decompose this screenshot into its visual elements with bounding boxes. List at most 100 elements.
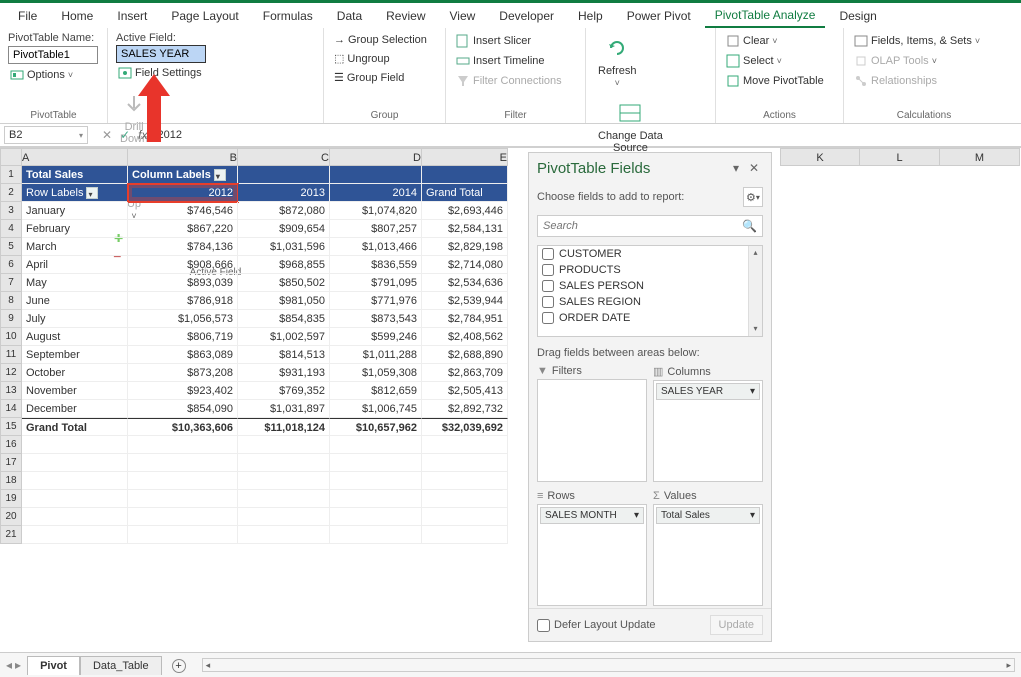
horizontal-scrollbar[interactable]: ◂▸ <box>202 658 1015 672</box>
scroll-down-icon[interactable]: ▾ <box>749 322 762 336</box>
cell[interactable]: $2,784,951 <box>422 310 508 328</box>
cell[interactable] <box>128 508 238 526</box>
rows-dropzone[interactable]: SALES MONTH▾ <box>537 504 647 606</box>
cell-column-labels[interactable]: Column Labels <box>128 166 238 184</box>
pill-total-sales[interactable]: Total Sales▾ <box>656 507 760 524</box>
cell[interactable] <box>238 454 330 472</box>
cell[interactable] <box>330 472 422 490</box>
cell[interactable]: November <box>22 382 128 400</box>
cell[interactable]: $10,657,962 <box>330 418 422 436</box>
cell[interactable] <box>128 436 238 454</box>
tab-nav-prev-icon[interactable]: ▸ <box>15 658 21 672</box>
cell[interactable]: $812,659 <box>330 382 422 400</box>
field-checkbox[interactable] <box>542 248 554 260</box>
move-pivottable-button[interactable]: Move PivotTable <box>724 72 835 90</box>
row-header[interactable]: 18 <box>0 472 22 490</box>
row-header[interactable]: 9 <box>0 310 22 328</box>
ungroup-button[interactable]: ⬚Ungroup <box>332 50 437 67</box>
cell[interactable] <box>330 436 422 454</box>
cell[interactable]: Grand Total <box>22 418 128 436</box>
cell[interactable]: $2,892,732 <box>422 400 508 418</box>
cell[interactable]: $1,011,288 <box>330 346 422 364</box>
cell[interactable]: $10,363,606 <box>128 418 238 436</box>
cell[interactable]: $806,719 <box>128 328 238 346</box>
row-header[interactable]: 20 <box>0 508 22 526</box>
cell[interactable]: August <box>22 328 128 346</box>
cell[interactable] <box>422 166 508 184</box>
confirm-icon[interactable]: ✓ <box>120 128 130 142</box>
cell[interactable]: $931,193 <box>238 364 330 382</box>
cell[interactable] <box>422 454 508 472</box>
cell[interactable]: $11,018,124 <box>238 418 330 436</box>
cell[interactable]: $850,502 <box>238 274 330 292</box>
sheet-tab-pivot[interactable]: Pivot <box>27 656 80 675</box>
cell[interactable] <box>22 526 128 544</box>
menu-developer[interactable]: Developer <box>489 5 564 27</box>
values-dropzone[interactable]: Total Sales▾ <box>653 504 763 606</box>
cell[interactable]: $873,208 <box>128 364 238 382</box>
menu-insert[interactable]: Insert <box>107 5 157 27</box>
cell[interactable] <box>22 472 128 490</box>
cell[interactable]: $908,666 <box>128 256 238 274</box>
fields-items-sets-button[interactable]: Fields, Items, & Sets <box>852 32 996 50</box>
row-header[interactable]: 19 <box>0 490 22 508</box>
menu-help[interactable]: Help <box>568 5 613 27</box>
cell[interactable]: $599,246 <box>330 328 422 346</box>
row-header[interactable]: 13 <box>0 382 22 400</box>
cell[interactable]: $1,056,573 <box>128 310 238 328</box>
row-header[interactable]: 1 <box>0 166 22 184</box>
cancel-icon[interactable]: ✕ <box>102 128 112 142</box>
cell[interactable] <box>22 508 128 526</box>
cell[interactable] <box>330 166 422 184</box>
field-item[interactable]: PRODUCTS <box>538 262 762 278</box>
refresh-button[interactable]: Refresh <box>594 32 641 91</box>
cell[interactable]: $854,090 <box>128 400 238 418</box>
field-checkbox[interactable] <box>542 312 554 324</box>
cell[interactable]: $2,534,636 <box>422 274 508 292</box>
row-header[interactable]: 21 <box>0 526 22 544</box>
cell[interactable]: April <box>22 256 128 274</box>
worksheet[interactable]: A B C D E 1 Total Sales Column Labels 2 … <box>0 148 520 650</box>
cell[interactable]: July <box>22 310 128 328</box>
cell[interactable]: February <box>22 220 128 238</box>
cell[interactable]: $873,543 <box>330 310 422 328</box>
cell[interactable]: $791,095 <box>330 274 422 292</box>
cell[interactable]: $814,513 <box>238 346 330 364</box>
cell[interactable] <box>22 436 128 454</box>
row-header[interactable]: 12 <box>0 364 22 382</box>
cell[interactable]: $771,976 <box>330 292 422 310</box>
cell[interactable] <box>422 436 508 454</box>
col-header-e[interactable]: E <box>422 148 508 166</box>
cell[interactable]: $2,714,080 <box>422 256 508 274</box>
row-header[interactable]: 6 <box>0 256 22 274</box>
row-header[interactable]: 7 <box>0 274 22 292</box>
insert-timeline-button[interactable]: Insert Timeline <box>454 52 577 70</box>
cell[interactable] <box>22 490 128 508</box>
col-header-c[interactable]: C <box>238 148 330 166</box>
cell[interactable]: $872,080 <box>238 202 330 220</box>
cell[interactable] <box>128 454 238 472</box>
new-sheet-button[interactable]: + <box>162 658 196 673</box>
menu-home[interactable]: Home <box>51 5 103 27</box>
cell[interactable]: $784,136 <box>128 238 238 256</box>
cell[interactable] <box>128 490 238 508</box>
cell[interactable]: 2014 <box>330 184 422 202</box>
row-header[interactable]: 3 <box>0 202 22 220</box>
cell[interactable]: $2,863,709 <box>422 364 508 382</box>
cell[interactable]: $786,918 <box>128 292 238 310</box>
field-checkbox[interactable] <box>542 296 554 308</box>
menu-data[interactable]: Data <box>327 5 372 27</box>
formula-input[interactable]: 2012 <box>151 127 1017 143</box>
row-header[interactable]: 17 <box>0 454 22 472</box>
field-checkbox[interactable] <box>542 264 554 276</box>
field-search[interactable]: 🔍 <box>537 215 763 237</box>
active-field-input[interactable] <box>116 45 206 63</box>
menu-view[interactable]: View <box>440 5 486 27</box>
cell-b2-selected[interactable]: 2012 <box>128 184 238 202</box>
column-labels-dropdown[interactable] <box>214 169 226 181</box>
cell[interactable]: $1,074,820 <box>330 202 422 220</box>
cell[interactable]: $1,006,745 <box>330 400 422 418</box>
row-labels-dropdown[interactable] <box>86 187 98 199</box>
clear-button[interactable]: Clear <box>724 32 835 50</box>
cell-row-labels[interactable]: Row Labels <box>22 184 128 202</box>
